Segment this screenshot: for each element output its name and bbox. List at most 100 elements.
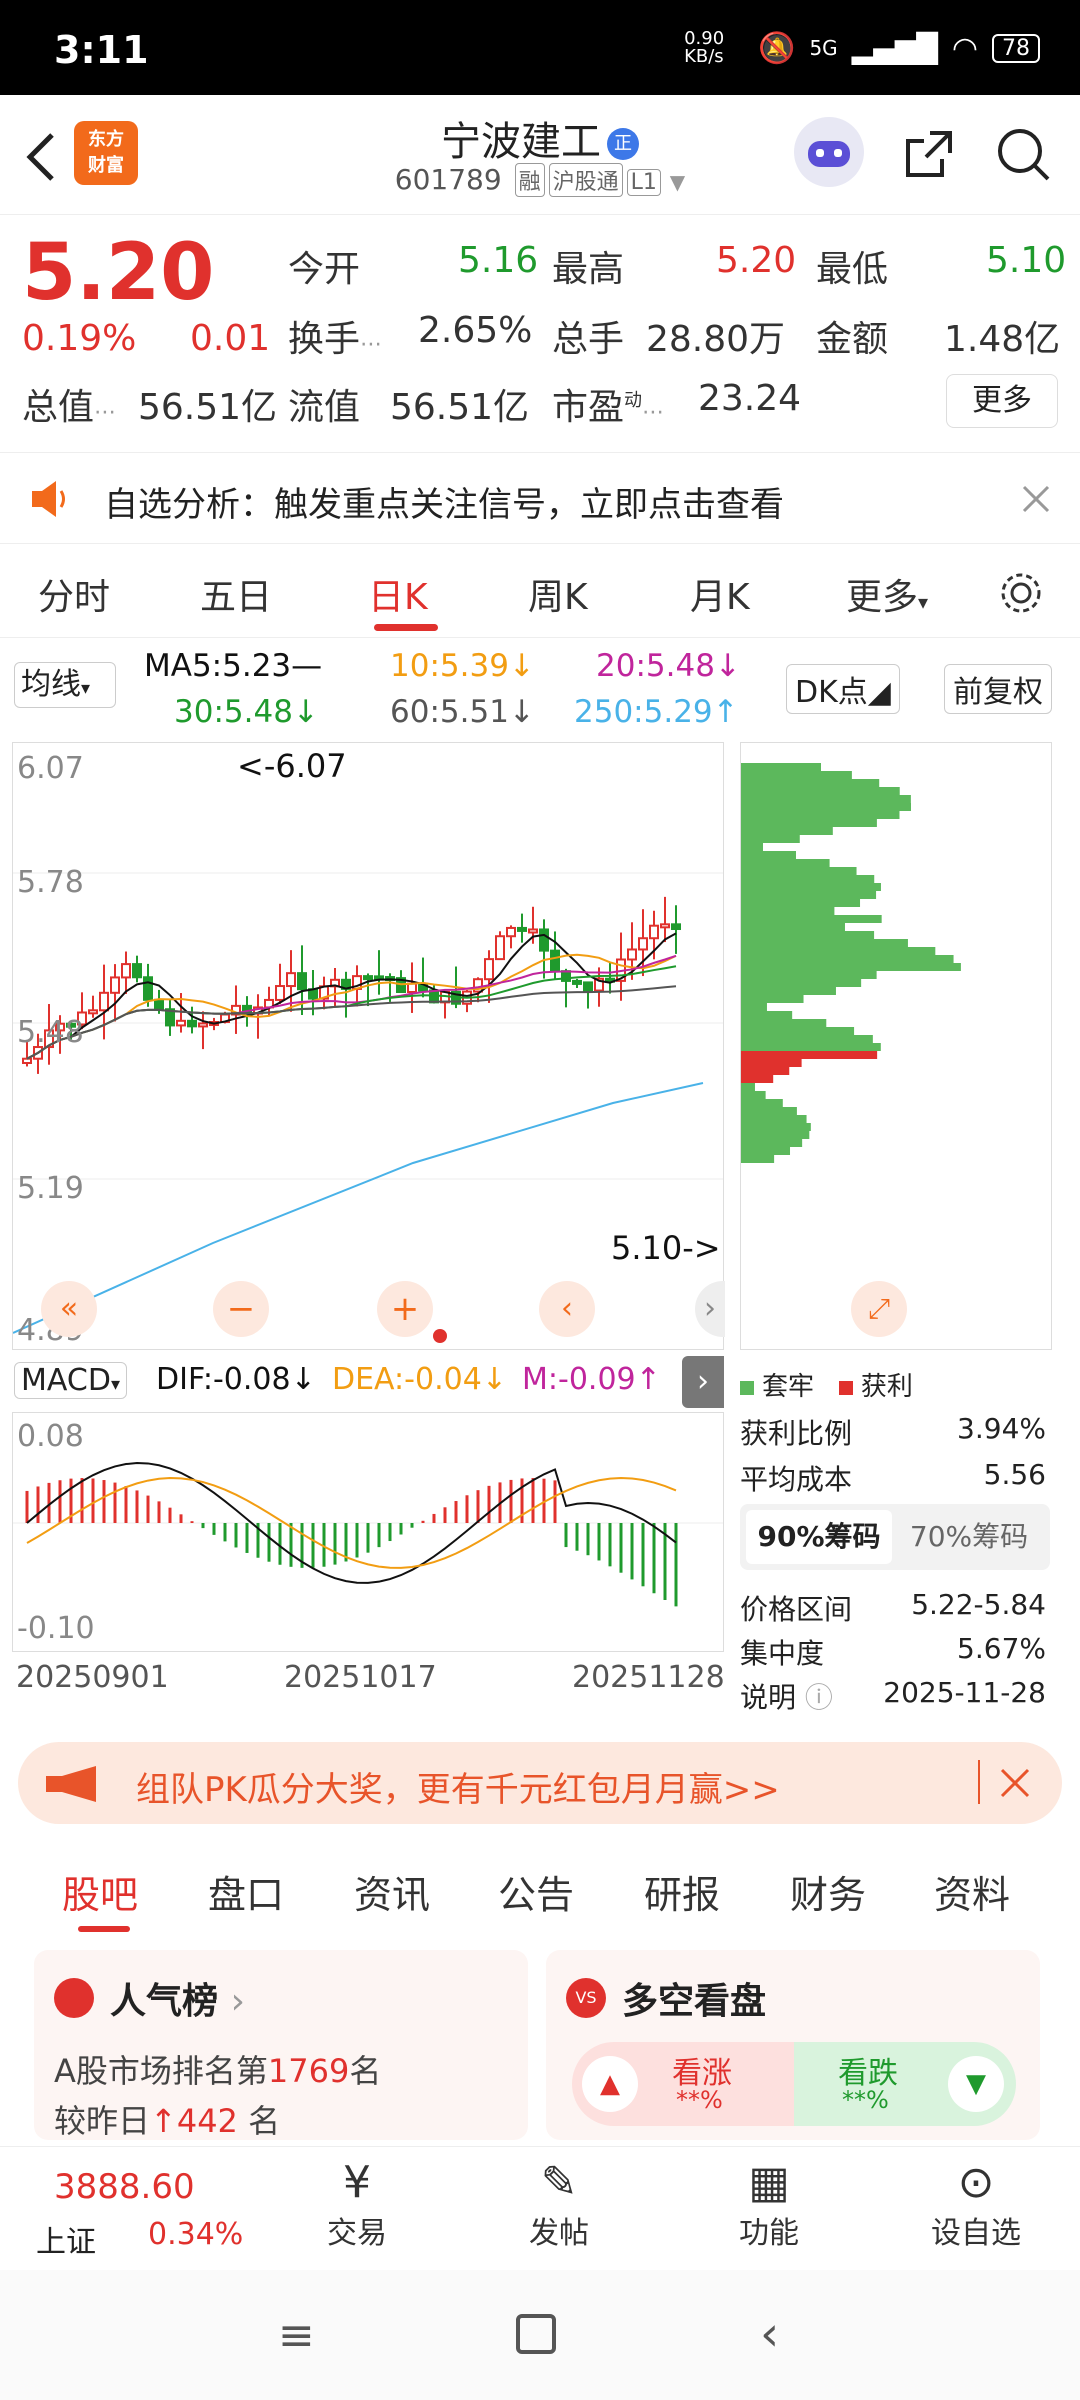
dk-point-button[interactable]: DK点◢ [786, 664, 900, 714]
chip-legend: 套牢 获利 [740, 1366, 913, 1403]
scroll-left-fast-icon[interactable]: « [41, 1281, 97, 1337]
robot-assistant-icon[interactable] [794, 117, 864, 187]
price-range-value: 5.22-5.84 [911, 1588, 1046, 1621]
more-quote-button[interactable]: 更多 [946, 374, 1058, 428]
macd-legend: MACD▾ DIF:-0.08↓ DEA:-0.04↓ M:-0.09↑ › [12, 1356, 724, 1412]
legend-profit: 获利 [860, 1372, 913, 1402]
chip-bar [741, 771, 852, 779]
popularity-card[interactable]: 人气榜 › A股市场排名第1769名 较昨日↑442 名 [34, 1950, 528, 2140]
banner-close-icon[interactable] [998, 1766, 1032, 1800]
candle-body [132, 963, 142, 979]
pe-label[interactable]: 市盈动⋯ [552, 378, 664, 430]
tab-weekly-k[interactable]: 周K [528, 568, 588, 620]
tab-research[interactable]: 研报 [644, 1864, 720, 1919]
dropdown-icon[interactable]: ▼ [670, 170, 685, 194]
tab-intraday[interactable]: 分时 [38, 568, 110, 620]
bull-bear-card[interactable]: VS 多空看盘 ▲ 看涨 **% 看跌 **% ▼ [546, 1950, 1040, 2140]
chip-bar [741, 955, 954, 963]
float-value: 56.51亿 [390, 387, 530, 428]
candle-body [660, 923, 670, 929]
tab-profile[interactable]: 资料 [934, 1864, 1010, 1919]
candle-body [649, 924, 659, 940]
chip-bar [741, 827, 833, 835]
chip-distribution-chart[interactable]: ⤢ [740, 742, 1052, 1350]
candle-body [517, 926, 527, 932]
tab-forum[interactable]: 股吧 [62, 1864, 138, 1919]
notice-bar[interactable]: 自选分析：触发重点关注信号，立即点击查看 [0, 452, 1080, 544]
chip-bar [741, 1147, 791, 1155]
nav-trade[interactable]: ¥ 交易 [320, 2157, 394, 2252]
candle-body [88, 1009, 98, 1015]
candle-body [539, 928, 549, 952]
mcap-label[interactable]: 总值⋯ [22, 378, 116, 430]
rise-value: **% [676, 2086, 723, 2114]
chip-bar [741, 1067, 790, 1075]
back-nav-icon[interactable]: ‹ [760, 2306, 779, 2362]
banner-divider [978, 1760, 980, 1804]
chip-bar [741, 995, 804, 1003]
price-adjust-button[interactable]: 前复权 [944, 664, 1052, 714]
chip-bar [741, 1011, 793, 1019]
macd-y-bottom: -0.10 [17, 1611, 95, 1646]
macd-expand-icon[interactable]: › [682, 1356, 724, 1408]
kline-chart[interactable]: 6.07 5.78 5.48 5.19 4.89 <-6.07 5.10-> «… [12, 742, 725, 1350]
net-speed: 0.90 KB/s [684, 28, 725, 67]
tab-70-chips[interactable]: 70%筹码 [896, 1510, 1042, 1564]
nav-add-watchlist[interactable]: ⊙ 设自选 [926, 2157, 1026, 2252]
chip-bar [741, 1051, 878, 1059]
zoom-in-icon[interactable]: + [377, 1281, 433, 1337]
chart-tabs: 分时 五日 日K 周K 月K 更多▾ [0, 548, 1080, 638]
tab-monthly-k[interactable]: 月K [690, 568, 750, 620]
promo-banner[interactable]: 组队PK瓜分大奖，更有千元红包月月赢>> [18, 1742, 1062, 1824]
expand-icon[interactable]: ⤢ [851, 1281, 907, 1337]
ma-legend: 均线▾ MA5:5.23— 10:5.39↓ 20:5.48↓ 30:5.48↓… [0, 642, 1080, 742]
tab-orderbook[interactable]: 盘口 [208, 1864, 284, 1919]
candle-body [495, 935, 505, 961]
chip-bar [741, 1027, 855, 1035]
tab-five-day[interactable]: 五日 [200, 568, 272, 620]
nav-functions[interactable]: ▦ 功能 [732, 2157, 806, 2252]
menu-icon[interactable]: ≡ [278, 2310, 315, 2361]
index-name[interactable]: 上证 [36, 2217, 96, 2261]
turnover-label[interactable]: 换手⋯ [288, 310, 382, 362]
settings-gear-icon[interactable] [996, 568, 1046, 618]
date-mid: 20251017 [284, 1660, 437, 1695]
rise-button[interactable]: ▲ 看涨 **% [572, 2042, 794, 2126]
note-label[interactable]: 说明 ⓘ [740, 1676, 833, 1716]
index-change[interactable]: 0.34% [148, 2217, 243, 2252]
high-marker: <-6.07 [237, 747, 347, 785]
candle-body [176, 1019, 186, 1027]
chip-bar [741, 1059, 802, 1067]
realtime-dot [433, 1329, 447, 1343]
dea-value: DEA:-0.04↓ [332, 1362, 507, 1397]
candle-body [99, 991, 109, 1012]
search-icon[interactable] [994, 125, 1054, 185]
ma-selector[interactable]: 均线▾ [14, 662, 116, 708]
tab-daily-k[interactable]: 日K [368, 568, 428, 620]
tab-90-chips[interactable]: 90%筹码 [746, 1510, 892, 1564]
tab-finance[interactable]: 财务 [790, 1864, 866, 1919]
nav-post[interactable]: ✎ 发帖 [522, 2157, 596, 2252]
chip-bar [741, 859, 830, 867]
home-icon[interactable] [516, 2314, 556, 2354]
candle-body [22, 1057, 32, 1065]
yen-icon: ¥ [343, 2157, 371, 2208]
share-icon[interactable] [900, 125, 958, 183]
zoom-out-icon[interactable]: − [213, 1281, 269, 1337]
tab-news[interactable]: 资讯 [354, 1864, 430, 1919]
chip-bar [741, 939, 908, 947]
macd-selector[interactable]: MACD▾ [14, 1362, 127, 1399]
chip-bar [741, 899, 861, 907]
arrow-down-icon: ▼ [948, 2056, 1004, 2112]
tab-more[interactable]: 更多▾ [846, 568, 928, 620]
fall-button[interactable]: 看跌 **% ▼ [794, 2042, 1016, 2126]
tab-announcements[interactable]: 公告 [498, 1864, 574, 1919]
scroll-left-icon[interactable]: ‹ [539, 1281, 595, 1337]
app-header: 东方财富 宁波建工正 601789 融沪股通 L1 ▼ [0, 95, 1080, 215]
index-value[interactable]: 3888.60 [54, 2167, 195, 2207]
avg-cost-label: 平均成本 [740, 1463, 853, 1496]
chip-bar [741, 1107, 797, 1115]
close-icon[interactable] [1020, 483, 1052, 515]
macd-chart[interactable]: 0.08 -0.10 [12, 1412, 724, 1652]
y-label-top: 6.07 [17, 751, 84, 786]
